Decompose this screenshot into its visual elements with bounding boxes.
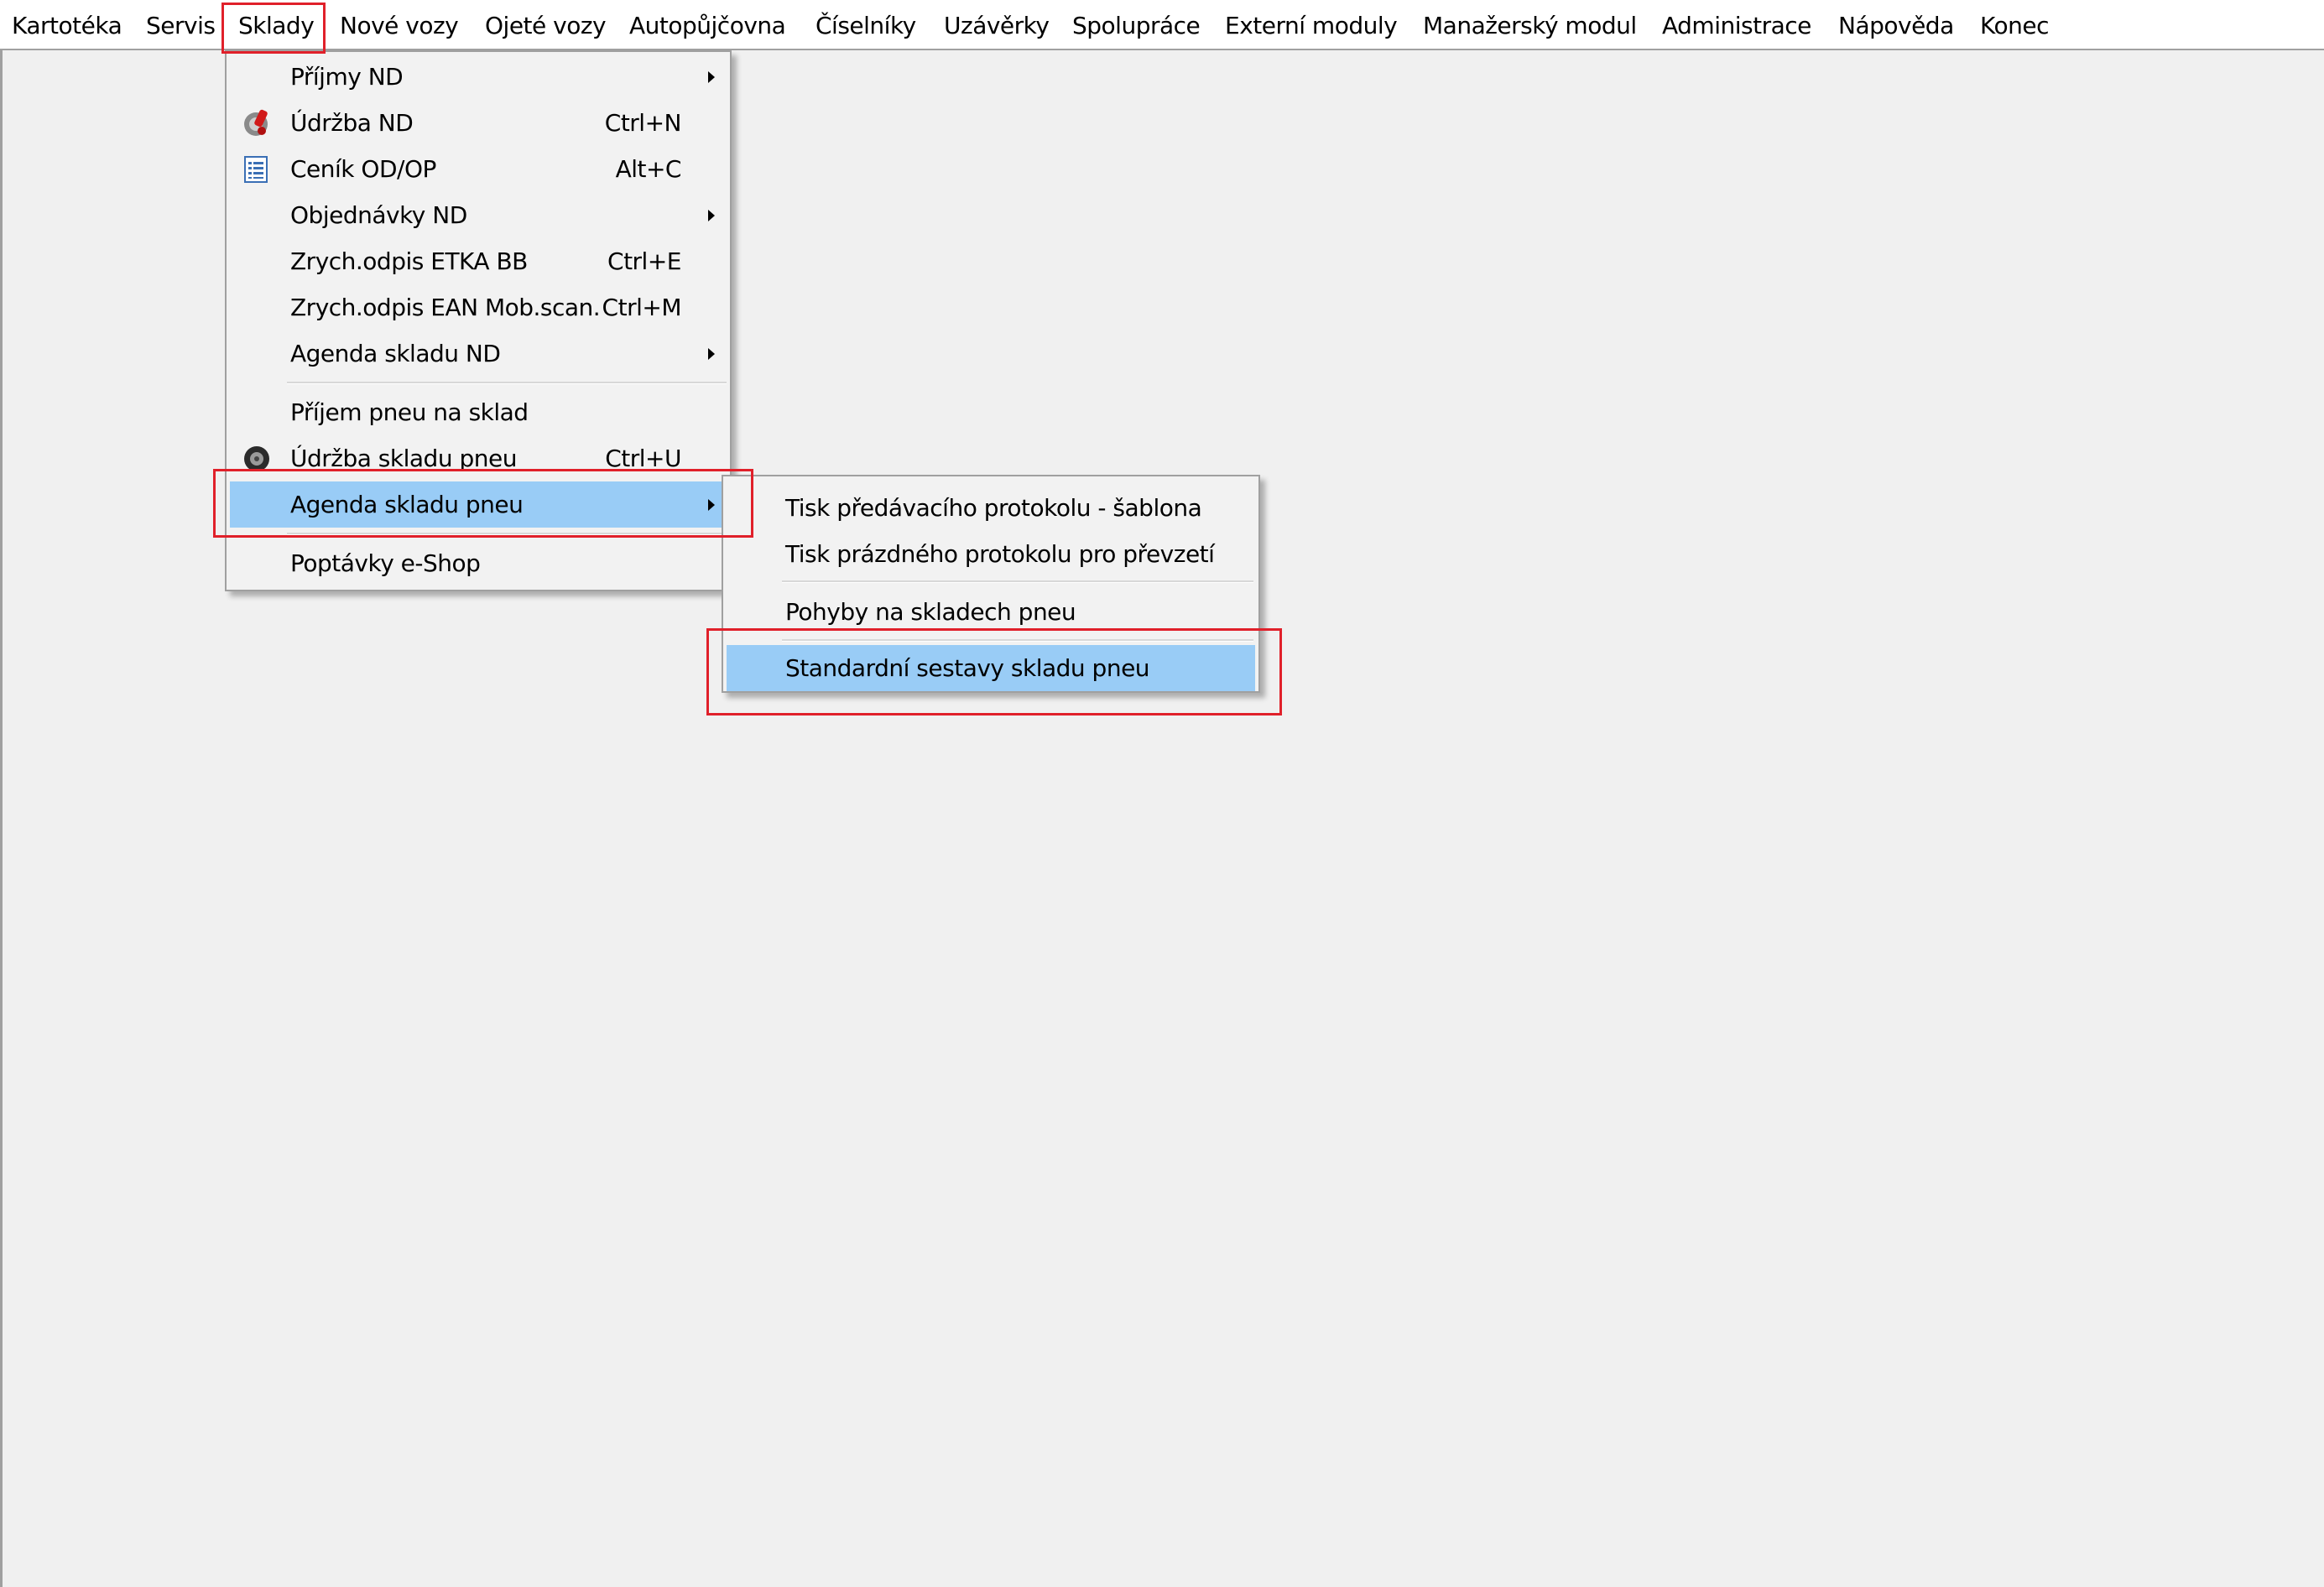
menu-kartoteka[interactable]: Kartotéka: [12, 0, 122, 50]
menu-uzaverky[interactable]: Uzávěrky: [944, 0, 1050, 50]
menu-spoluprace[interactable]: Spolupráce: [1072, 0, 1201, 50]
menu-item-label: Objednávky ND: [290, 201, 467, 229]
menu-separator: [782, 580, 1253, 583]
menu-item-objednavky-nd[interactable]: Objednávky ND: [230, 192, 727, 238]
application-window: Kartotéka Servis Sklady Nové vozy Ojeté …: [0, 0, 2324, 1587]
menu-item-shortcut: Alt+C: [615, 155, 682, 183]
menu-servis[interactable]: Servis: [146, 0, 216, 50]
workspace-border: [0, 50, 3, 1587]
menu-administrace[interactable]: Administrace: [1662, 0, 1811, 50]
menu-item-agenda-skladu-nd[interactable]: Agenda skladu ND: [230, 330, 727, 377]
submenu-arrow-icon: [708, 348, 715, 360]
submenu-arrow-icon: [708, 71, 715, 83]
submenu-arrow-icon: [708, 210, 715, 221]
menu-autopujcovna[interactable]: Autopůjčovna: [629, 0, 786, 50]
menu-manazersky-modul[interactable]: Manažerský modul: [1423, 0, 1637, 50]
menu-konec[interactable]: Konec: [1980, 0, 2049, 50]
menu-bar: Kartotéka Servis Sklady Nové vozy Ojeté …: [0, 0, 2324, 50]
menu-item-poptavky-eshop[interactable]: Poptávky e-Shop: [230, 540, 727, 586]
submenu-item-tisk-predavaciho-protokolu[interactable]: Tisk předávacího protokolu - šablona: [727, 485, 1255, 531]
menu-item-label: Údržba ND: [290, 109, 414, 137]
price-list-icon: [244, 156, 268, 183]
menu-item-label: Příjem pneu na sklad: [290, 398, 529, 426]
menu-napoveda[interactable]: Nápověda: [1838, 0, 1954, 50]
menu-item-shortcut: Ctrl+N: [604, 109, 682, 137]
menu-ojete-vozy[interactable]: Ojeté vozy: [485, 0, 607, 50]
menu-item-prijmy-nd[interactable]: Příjmy ND: [230, 54, 727, 100]
highlight-box-sklady: [221, 3, 326, 54]
menu-item-zrych-odpis-ean[interactable]: Zrych.odpis EAN Mob.scan. Ctrl+M: [230, 284, 727, 330]
menu-item-label: Ceník OD/OP: [290, 155, 436, 183]
menu-item-prijem-pneu[interactable]: Příjem pneu na sklad: [230, 389, 727, 435]
menu-item-label: Poptávky e-Shop: [290, 549, 481, 577]
menu-item-label: Tisk předávacího protokolu - šablona: [785, 494, 1202, 522]
menu-item-label: Příjmy ND: [290, 63, 404, 91]
menu-item-label: Zrych.odpis ETKA BB: [290, 247, 528, 275]
menu-item-shortcut: Ctrl+M: [602, 294, 682, 321]
menu-item-udrzba-nd[interactable]: Údržba ND Ctrl+N: [230, 100, 727, 146]
menu-item-label: Tisk prázdného protokolu pro převzetí: [785, 540, 1215, 568]
menu-item-label: Agenda skladu ND: [290, 340, 501, 367]
menu-item-zrych-odpis-etka[interactable]: Zrych.odpis ETKA BB Ctrl+E: [230, 238, 727, 284]
menu-item-shortcut: Ctrl+E: [607, 247, 681, 275]
highlight-box-agenda-skladu-pneu: [213, 469, 753, 538]
menu-nove-vozy[interactable]: Nové vozy: [340, 0, 459, 50]
menu-externi-moduly[interactable]: Externí moduly: [1225, 0, 1398, 50]
menu-item-label: Zrych.odpis EAN Mob.scan.: [290, 294, 601, 321]
menu-separator: [287, 382, 727, 384]
menu-ciselniky[interactable]: Číselníky: [815, 0, 916, 50]
highlight-box-standardni-sestavy: [706, 628, 1282, 715]
menu-item-cenik-od-op[interactable]: Ceník OD/OP Alt+C: [230, 146, 727, 192]
maintenance-icon: [244, 109, 268, 136]
submenu-item-tisk-prazdneho-protokolu[interactable]: Tisk prázdného protokolu pro převzetí: [727, 531, 1255, 577]
